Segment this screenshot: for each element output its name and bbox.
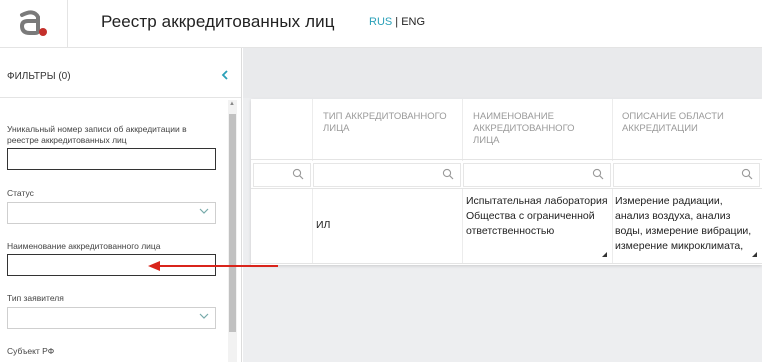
status-select[interactable] [7,202,216,224]
table-header-row: ТИП АККРЕДИТОВАННОГО ЛИЦА НАИМЕНОВАНИЕ А… [251,99,762,160]
top-bar: Реестр аккредитованных лиц RUS | ENG [0,0,762,48]
filters-header: ФИЛЬТРЫ (0) [0,48,241,98]
cell-type: ИЛ [316,219,331,231]
column-header-name[interactable]: НАИМЕНОВАНИЕ АККРЕДИТОВАННОГО ЛИЦА [473,111,603,147]
chevron-left-icon [221,70,228,80]
search-cell-scope[interactable] [613,163,760,187]
registry-table: ТИП АККРЕДИТОВАННОГО ЛИЦА НАИМЕНОВАНИЕ А… [251,99,762,265]
main-toolbar [243,48,762,98]
logo[interactable] [0,0,68,48]
lang-rus-link[interactable]: RUS [369,16,392,28]
filters-title: ФИЛЬТРЫ (0) [7,71,71,82]
page-title: Реестр аккредитованных лиц [101,12,335,31]
subject-label: Субъект РФ [7,346,55,356]
column-header-type[interactable]: ТИП АККРЕДИТОВАННОГО ЛИЦА [323,111,453,135]
sidebar-scrollbar-thumb[interactable] [229,114,236,332]
status-label: Статус [7,188,34,198]
applicant-type-label: Тип заявителя [7,293,64,303]
search-icon [741,168,753,180]
cell-name: Испытательная лаборатория Общества с огр… [466,195,608,237]
accreditation-number-input[interactable] [7,148,216,170]
accreditation-number-label: Уникальный номер записи об аккредитации … [7,124,187,145]
logo-icon [19,10,47,36]
chevron-down-icon [199,312,209,323]
column-header-scope[interactable]: ОПИСАНИЕ ОБЛАСТИ АККРЕДИТАЦИИ [622,111,752,135]
cell-scope: Измерение радиации, анализ воздуха, анал… [615,195,752,252]
chevron-down-icon [199,207,209,218]
lang-eng-link[interactable]: ENG [401,16,425,28]
search-cell-name[interactable] [463,163,611,187]
entity-name-label: Наименование аккредитованного лица [7,241,161,251]
lang-separator: | [392,16,402,28]
expand-corner-icon[interactable] [752,252,757,257]
filters-sidebar: ФИЛЬТРЫ (0) Уникальный номер записи об а… [0,48,242,362]
search-icon [442,168,454,180]
search-cell-col0[interactable] [253,163,311,187]
scroll-up-arrow-icon[interactable]: ▲ [229,101,235,107]
search-icon [592,168,604,180]
table-row[interactable]: ИЛ Испытательная лаборатория Общества с … [251,190,762,264]
search-icon [292,168,304,180]
expand-corner-icon[interactable] [602,252,607,257]
table-search-row [251,161,762,189]
language-switch: RUS | ENG [369,16,425,28]
annotation-arrow-icon [148,261,278,271]
search-cell-type[interactable] [313,163,461,187]
applicant-type-select[interactable] [7,307,216,329]
collapse-sidebar-button[interactable] [220,69,232,83]
